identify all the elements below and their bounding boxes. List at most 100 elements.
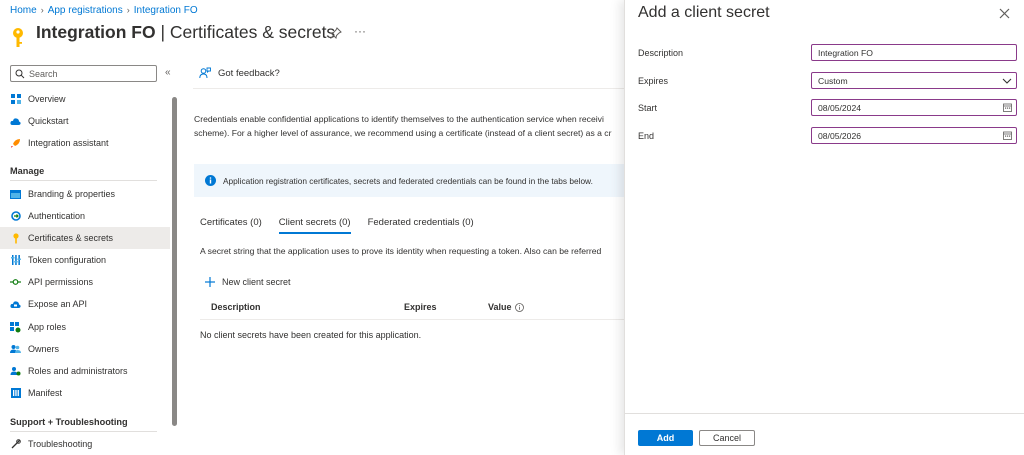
page-title-page: Certificates & secrets: [169, 22, 336, 42]
plus-icon: [205, 277, 215, 287]
authentication-icon: [10, 211, 21, 222]
end-date-value: 08/05/2026: [818, 130, 862, 141]
new-client-secret-label: New client secret: [222, 277, 291, 287]
nav-overview[interactable]: Overview: [0, 88, 170, 110]
start-date-input[interactable]: 08/05/2024: [811, 99, 1017, 116]
description-label: Description: [638, 48, 684, 58]
nav-certificates-secrets[interactable]: Certificates & secrets: [0, 227, 170, 249]
nav-label: Quickstart: [28, 116, 69, 126]
nav-label: Overview: [28, 94, 66, 104]
more-options-icon[interactable]: ···: [354, 24, 366, 38]
nav-token-configuration[interactable]: Token configuration: [0, 249, 170, 271]
column-header-value[interactable]: Value: [488, 302, 524, 312]
page-title-separator: |: [155, 22, 170, 42]
nav-label: Token configuration: [28, 255, 107, 265]
nav-label: Troubleshooting: [28, 439, 93, 449]
nav-label: Branding & properties: [28, 189, 116, 199]
description-input[interactable]: Integration FO: [811, 44, 1017, 61]
empty-secrets-message: No client secrets have been created for …: [200, 330, 422, 340]
nav-manifest[interactable]: Manifest: [0, 382, 170, 404]
nav-owners[interactable]: Owners: [0, 338, 170, 360]
client-secret-description: A secret string that the application use…: [200, 246, 602, 256]
app-roles-icon: [10, 321, 21, 333]
search-input[interactable]: Search: [10, 65, 157, 82]
start-date-value: 08/05/2024: [818, 102, 862, 113]
close-icon[interactable]: [999, 8, 1010, 19]
nav-label: Roles and administrators: [28, 366, 128, 376]
column-header-description[interactable]: Description: [211, 302, 261, 312]
page-title-app: Integration FO: [36, 22, 156, 42]
search-icon: [15, 69, 25, 79]
breadcrumb-home[interactable]: Home: [10, 5, 37, 16]
expires-dropdown[interactable]: Custom: [811, 72, 1017, 89]
chevron-right-icon: ›: [126, 5, 130, 15]
panel-footer-divider: [624, 413, 1024, 414]
add-button[interactable]: Add: [638, 430, 693, 446]
calendar-icon[interactable]: [1003, 103, 1012, 112]
tab-certificates[interactable]: Certificates (0): [200, 217, 262, 234]
collapse-sidebar-icon[interactable]: «: [165, 67, 171, 78]
nav-app-roles[interactable]: App roles: [0, 316, 170, 338]
nav-label: Authentication: [28, 211, 86, 221]
start-label: Start: [638, 103, 658, 113]
column-header-expires[interactable]: Expires: [404, 302, 437, 312]
owners-icon: [10, 344, 21, 355]
sidebar-scrollbar[interactable]: [172, 97, 177, 426]
table-header-divider: [200, 319, 625, 320]
info-banner: Application registration certificates, s…: [194, 164, 625, 197]
info-circle-icon[interactable]: [514, 302, 524, 312]
end-date-input[interactable]: 08/05/2026: [811, 127, 1017, 144]
cancel-button[interactable]: Cancel: [699, 430, 755, 446]
breadcrumb-integration-fo[interactable]: Integration FO: [134, 5, 198, 16]
breadcrumb-app-registrations[interactable]: App registrations: [48, 5, 123, 16]
token-bars-icon: [10, 255, 21, 266]
tab-client-secrets[interactable]: Client secrets (0): [278, 217, 351, 234]
nav-roles-administrators[interactable]: Roles and administrators: [0, 360, 170, 382]
section-support-troubleshooting: Support + Troubleshooting: [10, 417, 128, 427]
rocket-icon: [10, 138, 21, 149]
toolbar-divider: [193, 88, 625, 89]
expires-value: Custom: [818, 75, 848, 86]
nav-label: Integration assistant: [28, 138, 109, 148]
nav-quickstart[interactable]: Quickstart: [0, 110, 170, 132]
page-title: Integration FO | Certificates & secrets: [36, 22, 335, 43]
info-banner-text: Application registration certificates, s…: [223, 175, 593, 186]
nav-troubleshooting[interactable]: Troubleshooting: [0, 433, 170, 455]
section-divider: [10, 180, 157, 181]
info-icon: [205, 175, 216, 186]
tab-federated-credentials[interactable]: Federated credentials (0): [368, 217, 474, 234]
pin-icon[interactable]: [330, 27, 342, 39]
credentials-intro-text: Credentials enable confidential applicat…: [194, 112, 624, 140]
column-header-value-label: Value: [488, 302, 512, 312]
key-icon: [10, 232, 21, 244]
nav-authentication[interactable]: Authentication: [0, 205, 170, 227]
chevron-right-icon: ›: [40, 5, 44, 15]
expose-api-cloud-icon: [10, 299, 21, 310]
credential-tabs: Certificates (0) Client secrets (0) Fede…: [200, 217, 474, 234]
intro-line-2: scheme). For a higher level of assurance…: [194, 128, 612, 138]
feedback-label: Got feedback?: [218, 67, 280, 79]
nav-expose-an-api[interactable]: Expose an API: [0, 293, 170, 315]
search-placeholder: Search: [29, 68, 58, 79]
chevron-down-icon: [1002, 78, 1012, 84]
overview-grid-icon: [10, 94, 21, 105]
nav-label: App roles: [28, 322, 67, 332]
add-client-secret-panel: [624, 0, 1024, 455]
nav-branding-properties[interactable]: Branding & properties: [0, 183, 170, 205]
section-divider: [10, 431, 157, 432]
intro-line-1: Credentials enable confidential applicat…: [194, 114, 604, 124]
end-label: End: [638, 131, 655, 141]
new-client-secret-button[interactable]: New client secret: [205, 277, 291, 287]
roles-admins-icon: [10, 366, 21, 377]
got-feedback-button[interactable]: Got feedback?: [199, 67, 280, 79]
expires-label: Expires: [638, 76, 669, 86]
manifest-icon: [10, 388, 21, 399]
calendar-icon[interactable]: [1003, 131, 1012, 140]
nav-integration-assistant[interactable]: Integration assistant: [0, 132, 170, 154]
section-manage: Manage: [10, 166, 45, 176]
nav-label: API permissions: [28, 277, 94, 287]
nav-label: Manifest: [28, 388, 63, 398]
api-permissions-icon: [10, 277, 21, 288]
nav-label: Expose an API: [28, 299, 88, 309]
nav-api-permissions[interactable]: API permissions: [0, 271, 170, 293]
